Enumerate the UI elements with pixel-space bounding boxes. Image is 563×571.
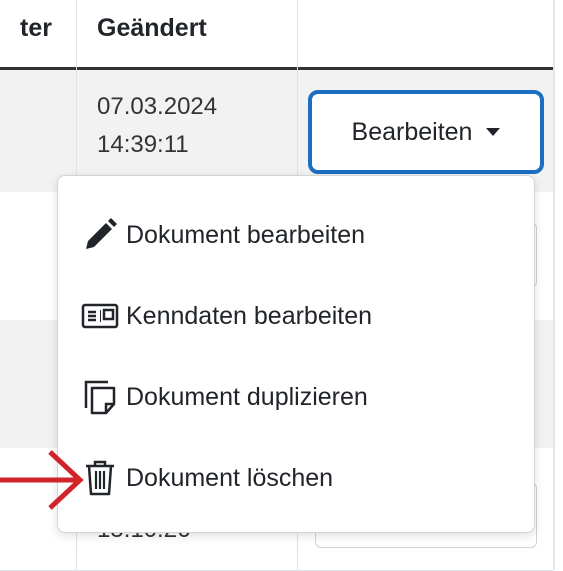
caret-down-icon (486, 128, 501, 136)
column-header-changed[interactable]: Geändert (97, 14, 207, 43)
header-divider (0, 67, 553, 70)
pencil-icon (80, 215, 120, 255)
menu-item-label: Kenndaten bearbeiten (126, 301, 373, 330)
menu-item-duplicate-document[interactable]: Dokument duplizieren (58, 366, 534, 428)
menu-item-label: Dokument duplizieren (126, 382, 368, 411)
menu-item-edit-metadata[interactable]: Kenndaten bearbeiten (58, 285, 534, 347)
edit-dropdown-menu: Dokument bearbeiten Kenndaten bearbeiten (57, 175, 535, 533)
edit-dropdown-button[interactable]: Bearbeiten (308, 90, 544, 174)
menu-item-label: Dokument bearbeiten (126, 220, 366, 249)
menu-item-delete-document[interactable]: Dokument löschen (58, 447, 534, 509)
edit-button-label: Bearbeiten (351, 117, 473, 146)
table-edge (553, 0, 555, 570)
table-area: ter Geändert 07.03.2024 14:39:11 15:10:2… (0, 0, 563, 571)
annotation-arrow-icon (0, 450, 84, 510)
table-header (0, 0, 553, 68)
column-header-previous[interactable]: ter (20, 14, 52, 43)
id-card-icon (80, 296, 120, 336)
menu-item-label: Dokument löschen (126, 463, 334, 492)
changed-time: 14:39:11 (97, 131, 189, 158)
changed-date: 07.03.2024 (97, 93, 218, 120)
menu-item-edit-document[interactable]: Dokument bearbeiten (58, 204, 534, 266)
duplicate-icon (80, 377, 120, 417)
changed-cell: 07.03.2024 14:39:11 (97, 88, 217, 164)
